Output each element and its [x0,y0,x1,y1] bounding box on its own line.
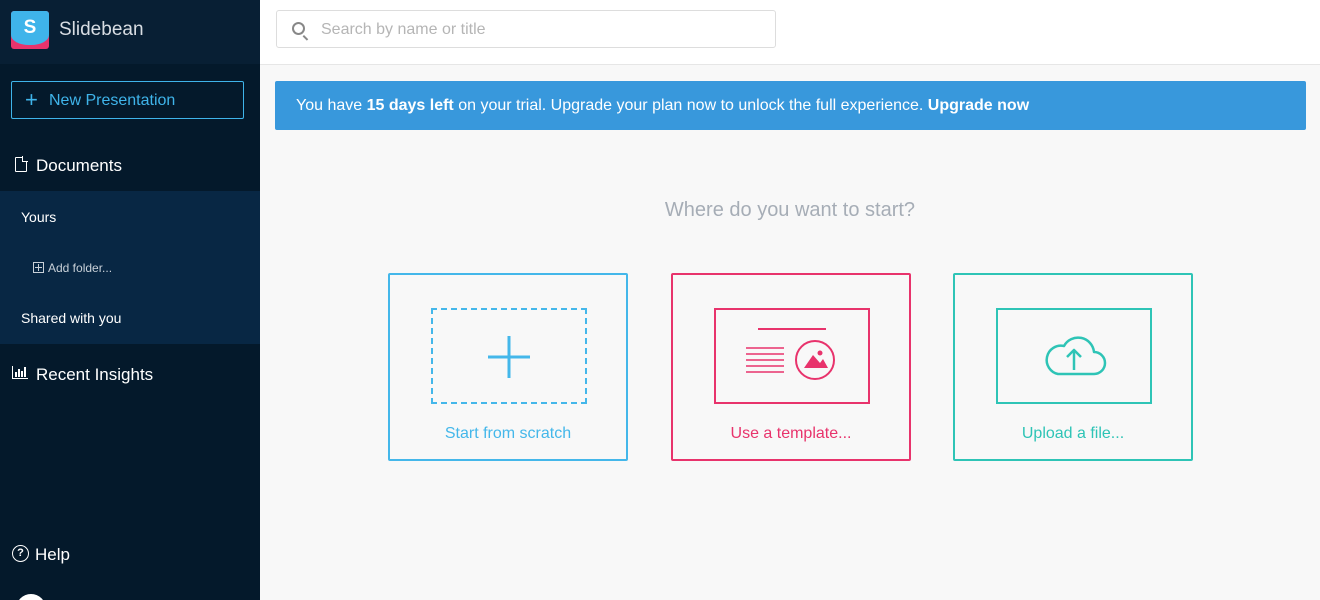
plus-icon: + [25,87,38,112]
new-presentation-label: New Presentation [49,92,176,109]
start-from-scratch-card[interactable]: Start from scratch [388,273,628,461]
start-question: Where do you want to start? [664,199,916,221]
cloud-upload-icon [1045,336,1107,376]
top-bar [260,0,1320,65]
search-input[interactable] [321,19,761,41]
subnav-item-shared[interactable]: Shared with you [21,310,121,326]
search-icon [292,22,305,35]
add-folder-label: Add folder... [48,261,113,275]
template-icon [746,328,835,380]
card-label: Upload a file... [1021,425,1125,442]
upload-illustration [996,308,1152,404]
sidebar-item-help[interactable]: ? Help [0,538,260,568]
avatar[interactable] [16,594,46,600]
plus-icon [488,336,530,378]
sidebar-item-insights[interactable]: Recent Insights [0,355,260,391]
banner-middle: on your trial. Upgrade your plan now to … [453,97,928,114]
card-label: Use a template... [730,425,852,442]
help-icon: ? [12,545,29,562]
sidebar: S Slidebean + New Presentation Documents… [0,0,260,600]
trial-banner: You have 15 days left on your trial. Upg… [275,81,1306,130]
document-icon [15,156,28,172]
days-left: 15 days left [366,97,454,114]
scratch-illustration [431,308,587,404]
documents-subnav: Yours Add folder... Shared with you [0,191,260,344]
subnav-item-yours[interactable]: Yours [21,209,56,225]
trial-message: You have 15 days left on your trial. Upg… [296,97,1029,115]
template-illustration [714,308,870,404]
search-box [276,10,776,48]
use-template-card[interactable]: Use a template... [671,273,911,461]
upload-file-card[interactable]: Upload a file... [953,273,1193,461]
slidebean-logo[interactable]: S [11,11,49,49]
sidebar-item-label: Recent Insights [36,365,154,384]
sidebar-item-label: Documents [36,156,122,175]
bar-chart-icon [12,366,28,379]
brand-header: S Slidebean [0,0,260,64]
logo-letter: S [23,17,37,38]
upgrade-now-link[interactable]: Upgrade now [928,97,1029,114]
card-label: Start from scratch [444,425,572,442]
banner-prefix: You have [296,97,367,114]
brand-name: Slidebean [59,19,144,40]
new-presentation-button[interactable]: + New Presentation [11,81,244,119]
add-folder-icon [33,262,44,273]
add-folder-button[interactable]: Add folder... [33,261,112,275]
sidebar-item-label: Help [35,545,70,564]
sidebar-item-documents[interactable]: Documents [0,145,260,185]
